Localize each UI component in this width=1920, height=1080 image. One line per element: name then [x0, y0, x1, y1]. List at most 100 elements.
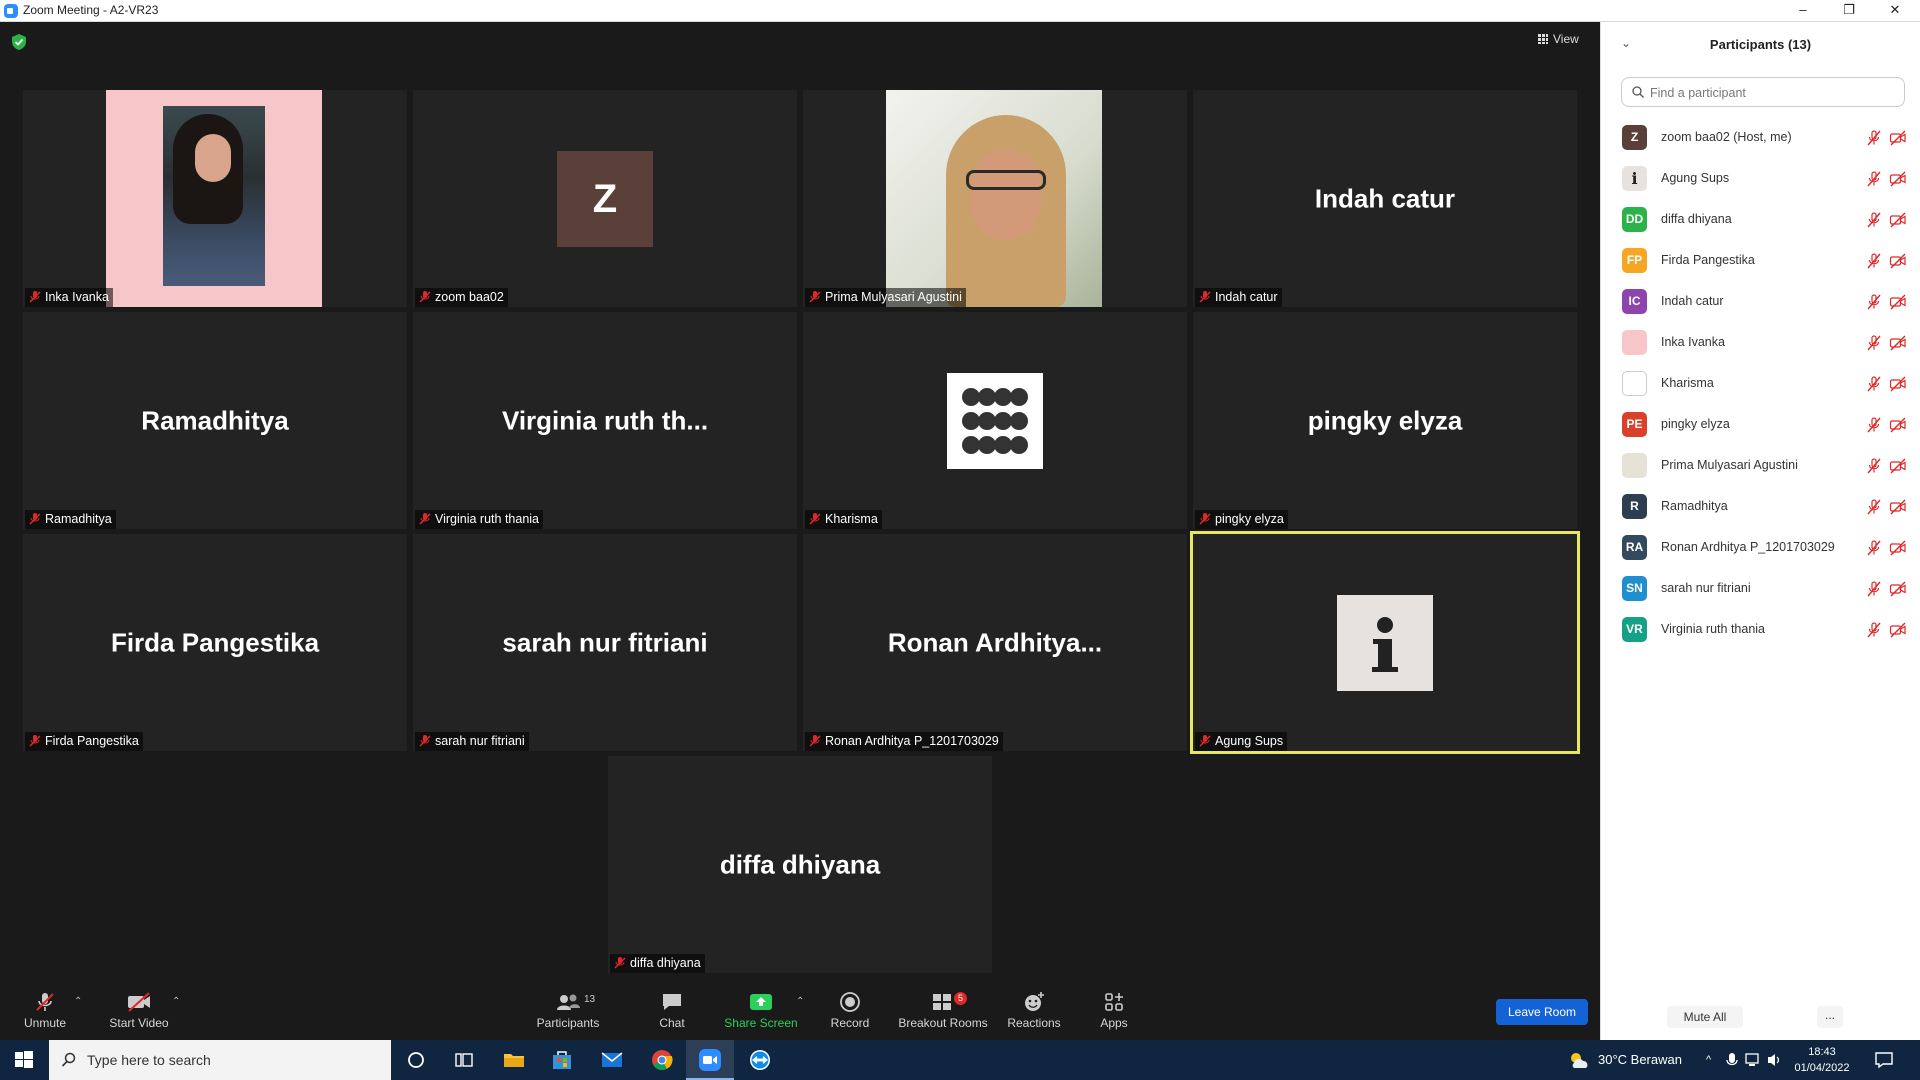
mic-muted-icon[interactable] [1866, 294, 1882, 310]
weather-text[interactable]: 30°C Berawan [1598, 1040, 1682, 1080]
reactions-button[interactable]: Reactions [1006, 980, 1062, 1040]
participant-search[interactable] [1621, 77, 1905, 107]
chrome-icon[interactable] [650, 1048, 674, 1072]
mic-muted-icon[interactable] [1866, 540, 1882, 556]
apps-button[interactable]: Apps [1094, 980, 1134, 1040]
start-video-button[interactable]: Start Video [106, 980, 172, 1040]
participant-row[interactable]: VR Virginia ruth thania [1601, 609, 1920, 650]
mic-muted-icon[interactable] [1866, 253, 1882, 269]
video-tile[interactable]: Ramadhitya Ramadhitya [23, 312, 407, 529]
mic-muted-icon[interactable] [1866, 335, 1882, 351]
mic-muted-icon[interactable] [1866, 458, 1882, 474]
window-titlebar: Zoom Meeting - A2-VR23 – ❐ ✕ [0, 0, 1920, 22]
participant-row[interactable]: PE pingky elyza [1601, 404, 1920, 445]
video-tile[interactable]: diffa dhiyana diffa dhiyana [608, 756, 992, 973]
participant-row[interactable]: RA Ronan Ardhitya P_1201703029 [1601, 527, 1920, 568]
leave-room-button[interactable]: Leave Room [1496, 999, 1588, 1025]
windows-start-icon[interactable] [12, 1048, 36, 1072]
mic-muted-icon [29, 735, 41, 747]
volume-icon[interactable] [1766, 1048, 1784, 1072]
teamviewer-icon[interactable] [748, 1048, 772, 1072]
participant-row[interactable]: Kharisma [1601, 363, 1920, 404]
mic-muted-icon[interactable] [1866, 130, 1882, 146]
participant-name: Ramadhitya [1661, 499, 1728, 513]
more-options-button[interactable]: ... [1817, 1006, 1843, 1028]
mute-all-button[interactable]: Mute All [1667, 1006, 1743, 1028]
video-off-icon[interactable] [1889, 581, 1907, 597]
video-off-icon[interactable] [1889, 335, 1907, 351]
video-tile[interactable]: sarah nur fitriani sarah nur fitriani [413, 534, 797, 751]
zoom-app-icon[interactable] [698, 1048, 722, 1072]
restore-button[interactable]: ❐ [1828, 0, 1870, 22]
video-tile[interactable]: Ronan Ardhitya... Ronan Ardhitya P_12017… [803, 534, 1187, 751]
cortana-icon[interactable] [404, 1048, 428, 1072]
video-tile[interactable]: Inka Ivanka [23, 90, 407, 307]
mail-icon[interactable] [600, 1048, 624, 1072]
shield-check-icon[interactable] [12, 34, 26, 50]
video-off-icon[interactable] [1889, 253, 1907, 269]
mic-muted-icon[interactable] [1866, 417, 1882, 433]
notification-icon[interactable] [1872, 1048, 1896, 1072]
window-title: Zoom Meeting - A2-VR23 [23, 3, 159, 17]
microsoft-store-icon[interactable] [550, 1048, 574, 1072]
mic-muted-icon[interactable] [1866, 171, 1882, 187]
video-off-icon[interactable] [1889, 212, 1907, 228]
participant-row[interactable]: SN sarah nur fitriani [1601, 568, 1920, 609]
participants-button[interactable]: Participants [534, 980, 602, 1040]
video-tile[interactable]: pingky elyza pingky elyza [1193, 312, 1577, 529]
video-tile[interactable]: Firda Pangestika Firda Pangestika [23, 534, 407, 751]
mic-muted-icon[interactable] [1866, 499, 1882, 515]
participant-avatar: Z [1622, 125, 1647, 150]
participant-row[interactable]: DD diffa dhiyana [1601, 199, 1920, 240]
video-tile[interactable]: Kharisma [803, 312, 1187, 529]
share-screen-button[interactable]: Share Screen [724, 980, 798, 1040]
video-off-icon[interactable] [1889, 130, 1907, 146]
participant-row[interactable]: IC Indah catur [1601, 281, 1920, 322]
video-off-icon[interactable] [1889, 294, 1907, 310]
task-view-icon[interactable] [452, 1048, 476, 1072]
video-off-icon[interactable] [1889, 376, 1907, 392]
video-off-icon[interactable] [1889, 622, 1907, 638]
video-off-icon[interactable] [1889, 458, 1907, 474]
participant-row[interactable]: i Agung Sups [1601, 158, 1920, 199]
mic-muted-icon[interactable] [1866, 212, 1882, 228]
participant-row[interactable]: Inka Ivanka [1601, 322, 1920, 363]
mic-muted-icon[interactable] [1866, 622, 1882, 638]
file-explorer-icon[interactable] [502, 1048, 526, 1072]
minimize-button[interactable]: – [1782, 0, 1824, 22]
record-button[interactable]: Record [828, 980, 872, 1040]
breakout-rooms-button[interactable]: Breakout Rooms [898, 980, 988, 1040]
video-tile[interactable]: Prima Mulyasari Agustini [803, 90, 1187, 307]
participant-row[interactable]: Zzoom baa02 (Host, me) [1601, 117, 1920, 158]
video-tile[interactable]: Virginia ruth th... Virginia ruth thania [413, 312, 797, 529]
microphone-icon[interactable] [1724, 1048, 1740, 1072]
video-off-icon[interactable] [1889, 171, 1907, 187]
chevron-up-icon[interactable]: ⌃ [172, 996, 180, 1007]
apps-icon [1105, 993, 1123, 1011]
video-off-icon[interactable] [1889, 499, 1907, 515]
taskbar-clock[interactable]: 18:43 01/04/2022 [1790, 1044, 1854, 1076]
weather-icon[interactable] [1566, 1048, 1590, 1072]
mic-muted-icon[interactable] [1866, 376, 1882, 392]
video-off-icon [128, 992, 150, 1012]
video-tile-active-speaker[interactable]: Agung Sups [1190, 531, 1580, 754]
close-button[interactable]: ✕ [1874, 0, 1916, 22]
chevron-up-icon[interactable]: ⌃ [796, 996, 804, 1007]
participant-search-input[interactable] [1648, 82, 1892, 104]
participant-row[interactable]: Prima Mulyasari Agustini [1601, 445, 1920, 486]
network-icon[interactable] [1744, 1048, 1762, 1072]
video-off-icon[interactable] [1889, 417, 1907, 433]
mic-muted-icon[interactable] [1866, 581, 1882, 597]
chevron-up-icon[interactable]: ^ [1706, 1040, 1711, 1080]
taskbar-search[interactable]: Type here to search [49, 1040, 391, 1080]
view-button[interactable]: View [1538, 32, 1590, 52]
participant-name: Ronan Ardhitya P_1201703029 [1661, 540, 1835, 554]
participant-row[interactable]: FP Firda Pangestika [1601, 240, 1920, 281]
participant-row[interactable]: R Ramadhitya [1601, 486, 1920, 527]
unmute-button[interactable]: Unmute [18, 980, 72, 1040]
video-tile[interactable]: Z zoom baa02 [413, 90, 797, 307]
chevron-up-icon[interactable]: ⌃ [74, 996, 82, 1007]
video-off-icon[interactable] [1889, 540, 1907, 556]
chat-button[interactable]: Chat [652, 980, 692, 1040]
video-tile[interactable]: Indah catur Indah catur [1193, 90, 1577, 307]
